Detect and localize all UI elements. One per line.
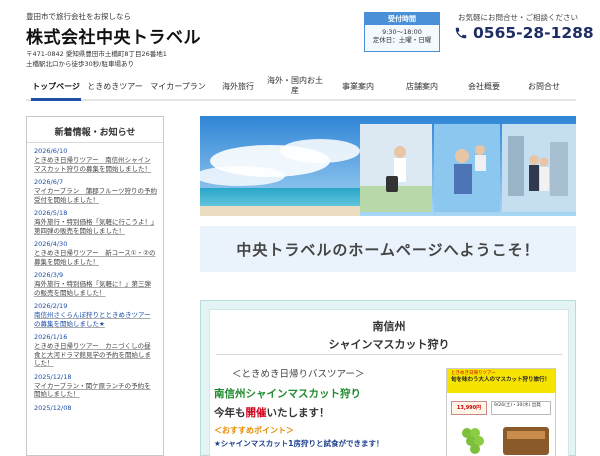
promo-card: 南信州 シャインマスカット狩り ＜ときめき日帰りバスツアー＞ 南信州シャインマス… (200, 300, 576, 456)
news-item[interactable]: 2026/5/18 海外旅行・特別価格「気軽に行こうよ！」第四弾の販売を開始しま… (34, 209, 157, 235)
news-text[interactable]: ときめき日帰りツアー 新コース①・②の募集を開始しました！ (34, 249, 157, 266)
flyer-headline: 旬を味わう大人のマスカット狩り旅行！ (451, 377, 551, 383)
news-date: 2026/2/19 (34, 302, 68, 310)
welcome-text: 中央トラベルのホームページへようこそ！ (236, 240, 540, 259)
nav-overseas-travel[interactable]: 海外旅行 (218, 82, 258, 92)
news-item[interactable]: 2026/6/10 ときめき日帰りツアー 南信州シャインマスカット狩りの募集を開… (34, 147, 157, 173)
nav-stores[interactable]: 店舗案内 (398, 82, 446, 92)
flyer-info: 9/26(土)・30(水) 出発 (491, 401, 551, 415)
hours-title: 受付時間 (365, 13, 439, 25)
tour-name: 南信州シャインマスカット狩り (214, 388, 361, 400)
welcome-banner: 中央トラベルのホームページへようこそ！ (200, 226, 576, 272)
hours-closed: 定休日：土曜・日曜 (372, 36, 432, 44)
flyer-header: ときめき日帰りツアー 旬を味わう大人のマスカット狩り旅行！ (447, 369, 555, 393)
news-item[interactable]: 2026/1/16 ときめき日帰りツアー カニづくしの昼食と大河ドラマ館見学の予… (34, 333, 157, 368)
nav-top[interactable]: トップページ (30, 82, 82, 92)
nav-divider (26, 99, 576, 101)
promo-inner: 南信州 シャインマスカット狩り ＜ときめき日帰りバスツアー＞ 南信州シャインマス… (209, 309, 569, 456)
company-name[interactable]: 株式会社中央トラベル (26, 23, 201, 48)
news-date: 2026/6/7 (34, 178, 64, 186)
held-text: 今年も開催いたします！ (214, 405, 330, 420)
news-item[interactable]: 2026/4/30 ときめき日帰りツアー 新コース①・②の募集を開始しました！ (34, 240, 157, 266)
phone-number: 0565-28-1288 (473, 24, 594, 42)
grapes-icon (462, 427, 549, 455)
news-text[interactable]: ときめき日帰りツアー 南信州シャインマスカット狩りの募集を開始しました！ (34, 156, 157, 173)
held-suffix: いたします！ (266, 407, 330, 419)
news-date: 2025/12/18 (34, 372, 72, 381)
tour-flyer-image[interactable]: ときめき日帰りツアー 旬を味わう大人のマスカット狩り旅行！ 13,990円 9/… (446, 368, 556, 456)
hours-time: 9:30～18:00 (382, 28, 422, 36)
news-text[interactable]: ときめき日帰りツアー カニづくしの昼食と大河ドラマ館見学の予約を開始しました！ (34, 342, 157, 368)
hero-image (200, 116, 576, 216)
news-text[interactable]: マイカープラン 蒲郡フルーツ狩りの予約受付を開始しました！ (34, 187, 157, 204)
nav-business[interactable]: 事業案内 (334, 82, 382, 92)
tour-type: ＜ときめき日帰りバスツアー＞ (232, 369, 365, 380)
news-date: 2025/12/08 (34, 403, 72, 412)
recommend-heading: ＜おすすめポイント＞ (214, 426, 294, 435)
news-date: 2026/6/10 (34, 147, 68, 155)
contact-note: お気軽にお問合せ・ご相談ください (458, 13, 578, 22)
header-tagline: 豊田市で旅行会社をお探しなら (26, 12, 131, 21)
news-date: 2026/1/16 (34, 333, 68, 341)
promo-title-line2: シャインマスカット狩り (328, 338, 450, 351)
main-nav: トップページ ときめきツアー マイカープラン 海外旅行 海外・国内お土産 事業案… (26, 76, 576, 102)
news-list: 2026/6/10 ときめき日帰りツアー 南信州シャインマスカット狩りの募集を開… (27, 143, 163, 413)
promo-title-line1: 南信州 (372, 320, 406, 333)
nav-tokimeki-tour[interactable]: ときめきツアー (86, 82, 144, 92)
news-title: 新着情報・お知らせ (27, 117, 163, 143)
address-line1: 〒471-0842 愛知県豊田市土橋町8丁目26番地1 (26, 50, 167, 58)
flyer-price: 13,990円 (451, 401, 487, 415)
news-text[interactable]: マイカープラン・関ケ原ランチの予約を開始しました！ (34, 382, 157, 399)
news-sidebar: 新着情報・お知らせ 2026/6/10 ときめき日帰りツアー 南信州シャインマス… (26, 116, 164, 456)
held-emphasis: 開催 (245, 407, 267, 419)
nav-company[interactable]: 会社概要 (460, 82, 508, 92)
news-text[interactable]: 南信州さくらんぼ狩りとときめきツアーの募集を開始しました★ (34, 311, 157, 328)
news-text[interactable]: 海外旅行・特別価格「気軽に！」第三弾の販売を開始しました！ (34, 280, 157, 297)
nav-active-indicator (31, 98, 81, 101)
phone-link[interactable]: 0565-28-1288 (454, 24, 594, 42)
news-item[interactable]: 2025/12/18 マイカープラン・関ケ原ランチの予約を開始しました！ (34, 373, 157, 399)
phone-icon (455, 27, 467, 39)
nav-mycar-plan[interactable]: マイカープラン (148, 82, 208, 92)
news-text[interactable]: 海外旅行・特別価格「気軽に行こうよ！」第四弾の販売を開始しました！ (34, 218, 157, 235)
news-date: 2026/4/30 (34, 240, 68, 248)
news-item[interactable]: 2025/12/08 (34, 404, 157, 413)
nav-souvenirs[interactable]: 海外・国内お土産 (266, 76, 324, 96)
recommend-item: ★シャインマスカット1房狩りと試食ができます！ (214, 439, 384, 448)
address-line2: 土橋駅北口から徒歩30秒/駐車場あり (26, 60, 134, 68)
news-date: 2026/5/18 (34, 209, 68, 217)
held-prefix: 今年も (214, 407, 246, 419)
promo-divider (216, 354, 562, 355)
news-item[interactable]: 2026/3/9 海外旅行・特別価格「気軽に！」第三弾の販売を開始しました！ (34, 271, 157, 297)
flyer-body: 13,990円 9/26(土)・30(水) 出発 (447, 393, 555, 456)
business-hours-box: 受付時間 9:30～18:00 定休日：土曜・日曜 (364, 12, 440, 52)
news-item[interactable]: 2026/2/19 南信州さくらんぼ狩りとときめきツアーの募集を開始しました★ (34, 302, 157, 328)
news-date: 2026/3/9 (34, 271, 64, 279)
news-item[interactable]: 2026/6/7 マイカープラン 蒲郡フルーツ狩りの予約受付を開始しました！ (34, 178, 157, 204)
hero-banner (200, 116, 576, 216)
nav-contact[interactable]: お問合せ (520, 82, 568, 92)
